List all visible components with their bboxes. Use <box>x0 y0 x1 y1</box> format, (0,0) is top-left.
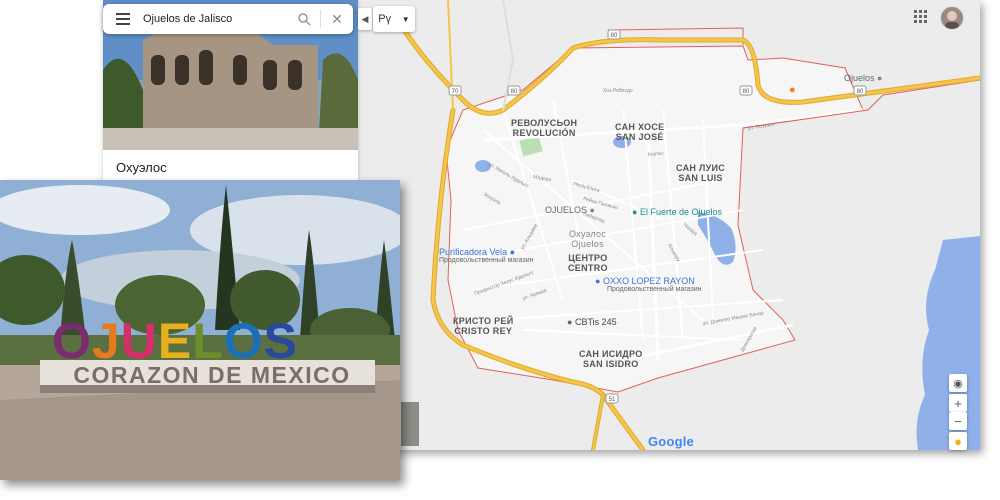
shopping-pin-icon: ● <box>509 247 515 257</box>
google-logo: Google <box>648 434 694 449</box>
plus-icon: + <box>954 395 962 411</box>
poi-ojuelos-east[interactable]: Ojuelos ● <box>844 73 882 83</box>
district-label: КРИСТО РЕЙ CRISTO REY <box>453 316 514 336</box>
close-icon[interactable]: ✕ <box>321 4 353 34</box>
route-shield-label: 80 <box>743 89 750 95</box>
my-location-button[interactable]: ◉ <box>949 374 967 392</box>
zoom-out-button[interactable]: − <box>949 412 967 430</box>
district-label: РЕВОЛУСЬОН REVOLUCIÓN <box>511 118 578 138</box>
town-sign-photo: O J U E L O S CORAZON DE MEXICO <box>0 180 400 480</box>
route-shield-label: 80 <box>511 89 518 95</box>
pegman-icon: ● <box>954 433 962 449</box>
sign-caption: CORAZON DE MEXICO <box>73 362 351 388</box>
district-label: САН ЛУИС SAN LUIS <box>676 163 726 183</box>
district-label: САН ИСИДРО SAN ISIDRO <box>579 349 643 369</box>
search-icon[interactable] <box>288 4 320 34</box>
poi-cbtis[interactable]: ● CBTis 245 <box>567 317 617 327</box>
zoom-in-button[interactable]: + <box>949 394 967 412</box>
apps-grid-icon[interactable] <box>914 10 930 26</box>
search-box[interactable]: Ojuelos de Jalisco ✕ <box>103 4 353 34</box>
minus-icon: − <box>954 413 962 429</box>
crosshair-icon: ◉ <box>953 377 963 390</box>
route-shield-label: 70 <box>452 89 459 95</box>
route-shield-label: 80 <box>611 33 618 39</box>
place-pin-icon: ● <box>877 73 883 83</box>
town-label: Охуэлос Ojuelos <box>569 229 607 249</box>
chevron-left-icon: ◀ <box>361 13 369 24</box>
poi-oxxo[interactable]: ● OXXO LOPEZ RAYON Продовольственный мага… <box>595 276 702 293</box>
landmark-pin-icon: ● <box>632 207 638 217</box>
route-shield-label: 51 <box>609 397 616 403</box>
shopping-pin-icon: ● <box>595 276 601 286</box>
imagery-thumbnail[interactable] <box>401 402 419 446</box>
search-input[interactable]: Ojuelos de Jalisco <box>143 13 288 25</box>
poi-purificadora-vela[interactable]: Purificadora Vela ● Продовольственный маг… <box>439 247 534 264</box>
menu-icon[interactable] <box>103 13 143 25</box>
layer-toggle-button[interactable]: Рү ▼ <box>373 6 415 32</box>
collapse-panel-button[interactable]: ◀ <box>358 8 372 30</box>
urban-area <box>445 45 864 393</box>
poi-ojuelos[interactable]: OJUELOS ● <box>545 205 595 215</box>
street-label: Хоэ Роблсдо <box>603 88 633 94</box>
street-view-button[interactable]: ● <box>949 432 967 450</box>
chevron-down-icon: ▼ <box>401 14 410 24</box>
route-shield-label: 80 <box>857 89 864 95</box>
layer-label: Рү <box>378 13 392 25</box>
district-label: ЦЕНТРО CENTRO <box>568 253 608 273</box>
school-pin-icon: ● <box>567 317 573 327</box>
district-label: САН ХОСЕ SAN JOSÉ <box>615 122 665 142</box>
avatar[interactable] <box>940 6 964 30</box>
place-pin-icon: ● <box>589 205 595 215</box>
poi-el-fuerte[interactable]: ● El Fuerte de Ojuelos <box>632 207 722 217</box>
restaurant-pin-icon[interactable]: ● <box>789 84 796 96</box>
place-title: Охуэлос <box>116 160 167 175</box>
